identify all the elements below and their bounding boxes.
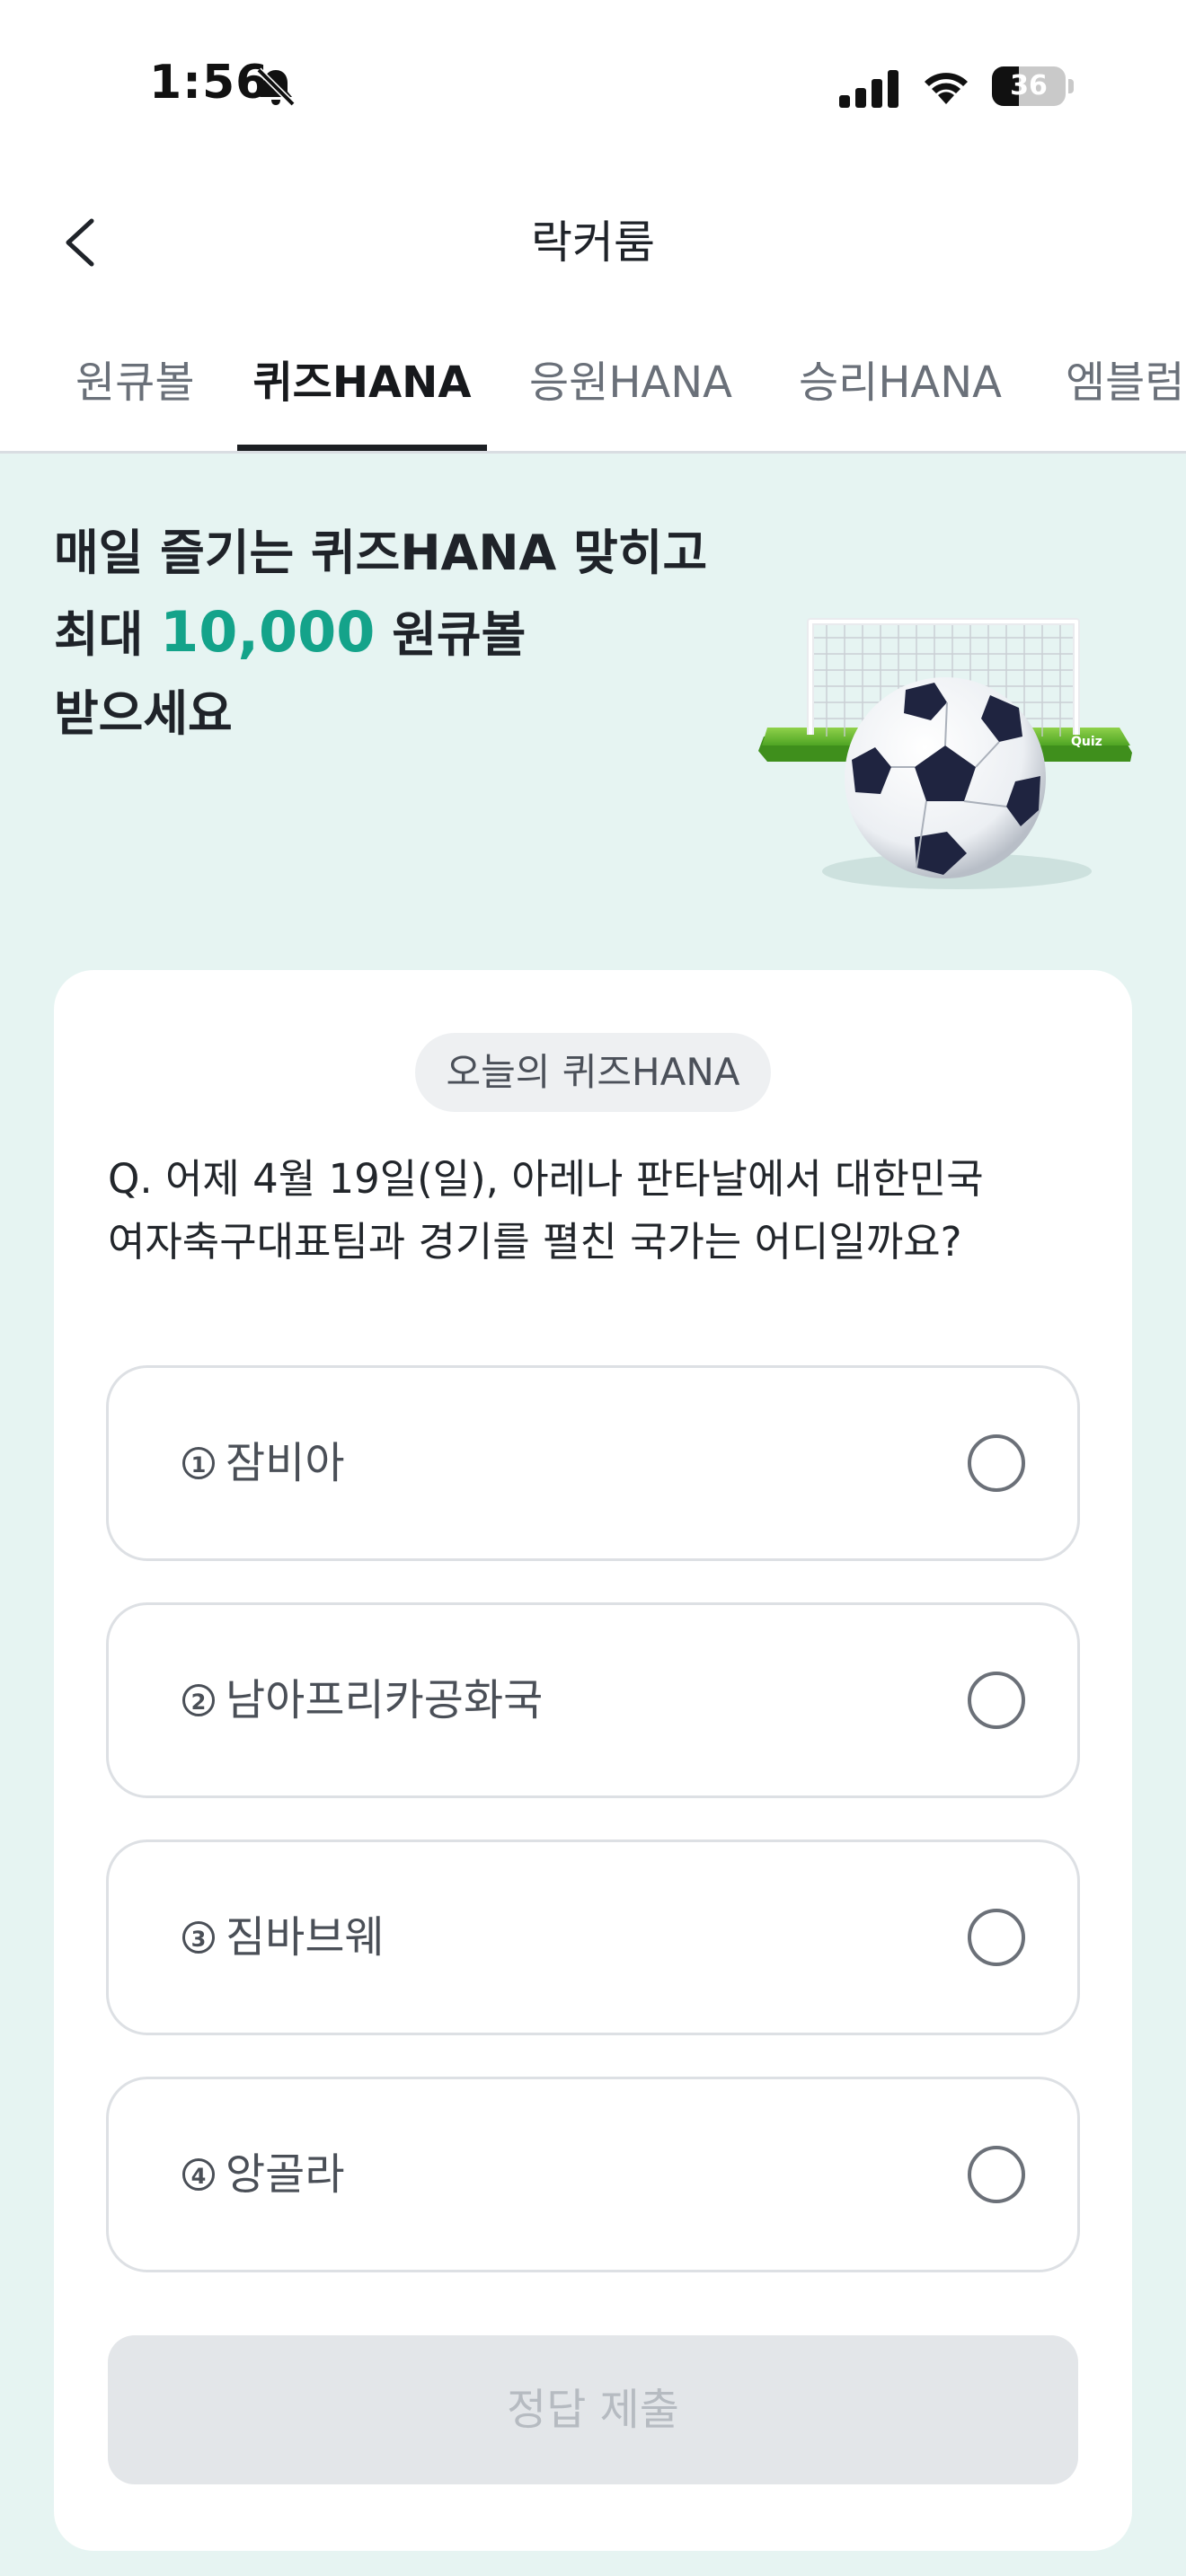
quiz-option-text: 앙골라 <box>226 2149 345 2200</box>
quiz-badge: 오늘의 퀴즈HANA <box>415 1033 771 1112</box>
tab-wonqball[interactable]: 원큐볼 <box>75 314 194 451</box>
page-title: 락커룸 <box>531 216 655 269</box>
radio-button[interactable] <box>968 1434 1025 1492</box>
hero-text: 매일 즐기는 퀴즈HANA 맞히고 최대 10,000 원큐볼 받으세요 <box>54 514 707 754</box>
hero-line-2-prefix: 최대 <box>54 606 161 663</box>
radio-button[interactable] <box>968 1909 1025 1966</box>
option-number-badge: 3 <box>182 1921 215 1954</box>
quiz-option-3[interactable]: 3 짐바브웨 <box>106 1839 1080 2035</box>
tab-bar: 원큐볼 퀴즈HANA 응원HANA 승리HANA 엠블럼 <box>0 314 1186 454</box>
quiz-option-2[interactable]: 2 남아프리카공화국 <box>106 1602 1080 1798</box>
quiz-option-4[interactable]: 4 앙골라 <box>106 2077 1080 2272</box>
bell-slash-icon <box>256 67 296 107</box>
quiz-question-line-2: 여자축구대표팀과 경기를 펼친 국가는 어디일까요? <box>108 1218 962 1266</box>
quiz-option-label: 1 잠비아 <box>182 1368 344 1558</box>
quiz-option-label: 3 짐바브웨 <box>182 1842 385 2033</box>
quiz-option-label: 2 남아프리카공화국 <box>182 1605 543 1795</box>
battery-body: 36 <box>992 66 1066 106</box>
quiz-option-text: 잠비아 <box>226 1438 345 1488</box>
chevron-left-icon <box>66 218 94 267</box>
quiz-question: Q. 어제 4월 19일(일), 아레나 판타날에서 대한민국 여자축구대표팀과… <box>108 1148 1087 1274</box>
battery-icon: 36 <box>992 66 1074 106</box>
quiz-option-text: 짐바브웨 <box>226 1912 385 1963</box>
tab-victory-hana[interactable]: 승리HANA <box>796 314 1005 451</box>
wifi-icon <box>925 73 968 104</box>
soccer-goal-ball-illustration: Quiz <box>758 618 1132 889</box>
option-number-badge: 1 <box>182 1447 215 1479</box>
quiz-label-art: Quiz <box>1071 735 1102 749</box>
tab-emblem[interactable]: 엠블럼 <box>1066 314 1186 451</box>
quiz-option-text: 남아프리카공화국 <box>226 1675 544 1725</box>
option-number-badge: 4 <box>182 2158 215 2191</box>
hero-line-2-suffix: 원큐볼 <box>375 606 527 663</box>
battery-tip <box>1068 79 1074 93</box>
quiz-card: 오늘의 퀴즈HANA Q. 어제 4월 19일(일), 아레나 판타날에서 대한… <box>54 970 1132 2551</box>
active-tab-indicator <box>237 445 487 451</box>
signal-icon <box>839 70 898 108</box>
header: 락커룸 <box>0 171 1186 314</box>
tab-cheer-hana[interactable]: 응원HANA <box>527 314 735 451</box>
hero-line-2: 최대 10,000 원큐볼 <box>54 593 707 675</box>
battery-level: 36 <box>1010 70 1048 101</box>
option-number-badge: 2 <box>182 1684 215 1716</box>
back-button[interactable] <box>50 207 122 278</box>
quiz-question-line-1: Q. 어제 4월 19일(일), 아레나 판타날에서 대한민국 <box>108 1155 984 1203</box>
hero-amount: 10,000 <box>160 599 376 665</box>
status-time: 1:56 <box>149 56 270 110</box>
status-bar: 1:56 36 <box>0 0 1186 171</box>
hero-line-3: 받으세요 <box>54 685 233 742</box>
tab-quiz-hana[interactable]: 퀴즈HANA <box>237 314 487 451</box>
quiz-option-label: 4 앙골라 <box>182 2079 344 2270</box>
radio-button[interactable] <box>968 2146 1025 2203</box>
hero-line-1: 매일 즐기는 퀴즈HANA 맞히고 <box>54 525 708 581</box>
radio-button[interactable] <box>968 1672 1025 1729</box>
quiz-option-1[interactable]: 1 잠비아 <box>106 1365 1080 1561</box>
submit-answer-button[interactable]: 정답 제출 <box>108 2335 1078 2484</box>
